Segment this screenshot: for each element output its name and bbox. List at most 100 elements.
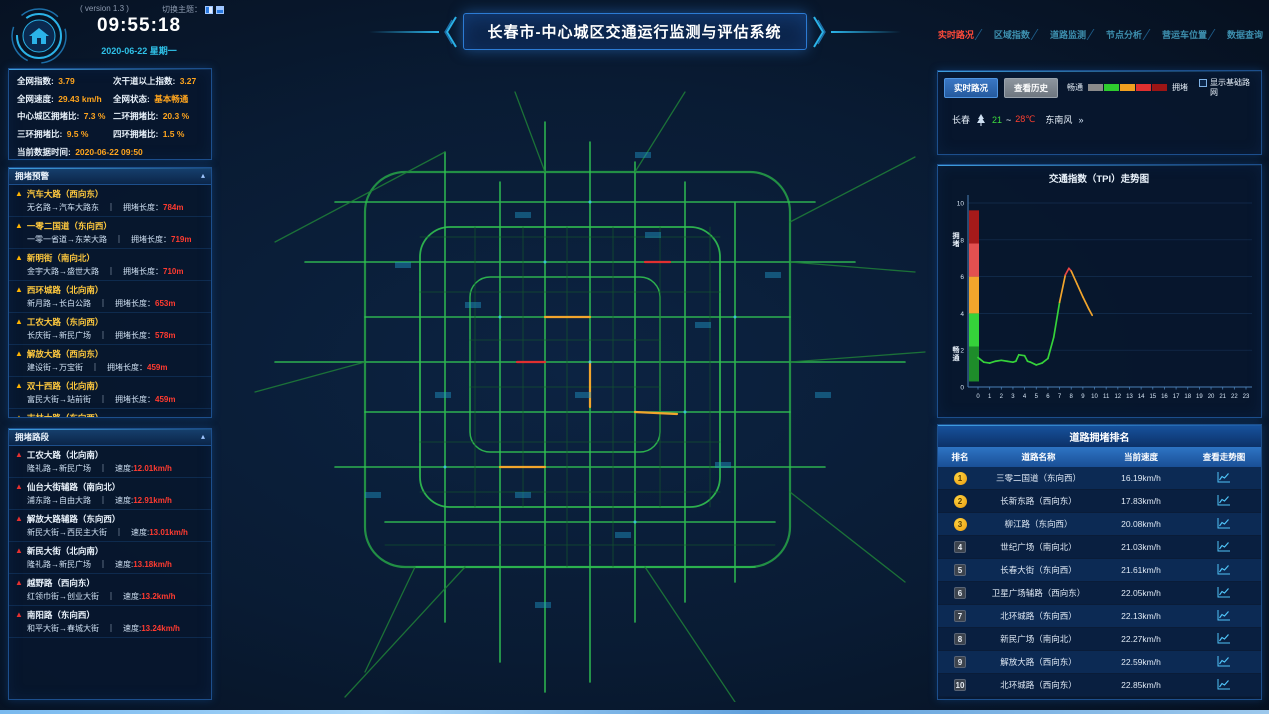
stat-label: 二环拥堵比: [113,111,158,121]
list-item[interactable]: ▲工农大路（北向南）隆礼路→新民广场 ｜ 速度:12.01km/h [9,446,211,478]
list-item[interactable]: ▲新明街（南向北）金宇大路→盛世大路 ｜ 拥堵长度：710m [9,249,211,281]
rank-cell: 4 [938,541,982,553]
warning-triangle-icon: ▲ [15,254,23,262]
stat-item: 次干道以上指数: 3.27 [113,76,203,87]
theme-swatch-icon[interactable] [205,6,213,14]
table-row: 3柳江路（东向西）20.08km/h [938,513,1261,536]
segment-text: 浦东路→自由大路 ｜ 速度: [27,496,133,505]
base-network-checkbox[interactable]: 显示基础路网 [1199,78,1255,99]
segment-text: 建设街→万宝街 ｜ 拥堵长度： [27,363,147,372]
nav-item-6[interactable]: 数据查询 [1227,28,1263,41]
trend-chart-icon[interactable] [1187,586,1261,600]
svg-text:12: 12 [1114,394,1121,400]
stat-label: 全网速度: [17,94,54,104]
speed-cell: 22.05km/h [1095,588,1187,598]
list-item[interactable]: ▲解放大路（西向东）建设街→万宝街 ｜ 拥堵长度：459m [9,345,211,377]
home-logo[interactable] [8,4,70,68]
svg-text:5: 5 [1035,394,1039,400]
segment-text: 和平大街→春城大街 ｜ 速度: [27,624,141,633]
checkbox-icon[interactable] [1199,79,1207,87]
nav-item-5[interactable]: 营运车位置 [1162,28,1207,41]
svg-text:3: 3 [1011,394,1015,400]
temp-separator: ~ [1006,115,1011,125]
rank-cell: 2 [938,495,982,508]
list-item-road-row: ▲越野路（西向东） [15,577,205,589]
svg-text:0: 0 [960,385,964,392]
list-item[interactable]: ▲越野路（西向东）红领巾街→创业大街 ｜ 速度:13.2km/h [9,574,211,606]
legend-color-block [1152,84,1167,91]
trend-chart-icon[interactable] [1187,678,1261,692]
warning-triangle-icon: ▲ [15,382,23,390]
list-item[interactable]: ▲工农大路（东向西）长庆街→新民广场 ｜ 拥堵长度：578m [9,313,211,345]
congested-list: ▲工农大路（北向南）隆礼路→新民广场 ｜ 速度:12.01km/h▲仙台大街辅路… [9,446,211,699]
stat-value: 1.5 % [160,129,184,139]
list-item-road-row: ▲双十西路（北向南） [15,380,205,392]
stat-value: 9.5 % [64,129,88,139]
trend-chart-icon[interactable] [1187,632,1261,646]
road-name-cell: 北环城路（西向东） [982,679,1095,691]
theme-switcher: 切换主题： [162,4,224,15]
list-item-detail-row: 隆礼路→新民广场 ｜ 速度:12.01km/h [27,463,205,474]
stat-label: 中心城区拥堵比: [17,111,79,121]
view-history-button[interactable]: 查看历史 [1004,78,1058,98]
road-name-cell: 长新东路（西向东） [982,495,1095,507]
list-item[interactable]: ▲吉林大路（东向西）临河街→东盛大街 ｜ 拥堵长度：455m [9,409,211,417]
segment-text: 无名路→汽车大路东 ｜ 拥堵长度： [27,203,163,212]
bottom-accent-bar [0,710,1269,714]
nav-item-4[interactable]: 节点分析 [1106,28,1142,41]
svg-text:21: 21 [1219,394,1226,400]
collapse-icon[interactable]: ▴ [201,433,205,441]
list-item[interactable]: ▲西环城路（北向南）新月路→长白公路 ｜ 拥堵长度：653m [9,281,211,313]
column-header: 查看走势图 [1187,451,1261,463]
speed-cell: 22.59km/h [1095,657,1187,667]
table-row: 2长新东路（西向东）17.83km/h [938,490,1261,513]
list-item[interactable]: ▲仙台大街辅路（南向北）浦东路→自由大路 ｜ 速度:12.91km/h [9,478,211,510]
chevron-left-icon [444,15,458,49]
svg-text:0: 0 [976,394,980,400]
svg-text:23: 23 [1243,394,1250,400]
trend-chart-icon[interactable] [1187,471,1261,485]
page-title: 长春市-中心城区交通运行监测与评估系统 [463,13,807,50]
theme-swatch-icon[interactable] [216,6,224,14]
temp-high: 28℃ [1015,114,1035,125]
legend-color-block [1120,84,1135,91]
rank-cell: 9 [938,656,982,668]
nav-item-2[interactable]: 区域指数 [994,28,1030,41]
road-name-cell: 卫星广场辅路（西向东） [982,587,1095,599]
collapse-icon[interactable]: ▴ [201,172,205,180]
list-item-detail-row: 隆礼路→新民广场 ｜ 速度:13.18km/h [27,559,205,570]
column-header: 当前速度 [1095,451,1187,463]
weather-more-link[interactable]: » [1078,115,1083,125]
trend-chart-icon[interactable] [1187,494,1261,508]
list-item[interactable]: ▲汽车大路（西向东）无名路→汽车大路东 ｜ 拥堵长度：784m [9,185,211,217]
trend-chart-icon[interactable] [1187,655,1261,669]
warning-triangle-icon: ▲ [15,318,23,326]
road-name-cell: 三零二国道（东向西） [982,472,1095,484]
rank-cell: 8 [938,633,982,645]
rank-badge: 2 [954,495,967,508]
trend-chart-icon[interactable] [1187,540,1261,554]
trend-chart-icon[interactable] [1187,517,1261,531]
svg-text:畅通: 畅通 [953,345,961,362]
list-item[interactable]: ▲双十西路（北向南）富民大街→站前街 ｜ 拥堵长度：459m [9,377,211,409]
list-item-road-row: ▲新明街（南向北） [15,252,205,264]
trend-chart-icon[interactable] [1187,609,1261,623]
map-controls-panel: 实时路况 查看历史 畅通 拥堵 显示基础路网 长春 21 ~ 28℃ 东南风 » [937,70,1262,155]
stat-value: 7.3 % [81,111,105,121]
nav-item-1[interactable]: 实时路况 [938,28,974,41]
list-item[interactable]: ▲南阳路（东向西）和平大街→春城大街 ｜ 速度:13.24km/h [9,606,211,638]
title-deco-line [369,31,439,33]
list-item[interactable]: ▲一零二国道（东向西）一零一省道→东荣大路 ｜ 拥堵长度：719m [9,217,211,249]
trend-chart-icon[interactable] [1187,563,1261,577]
congestion-warning-panel: 拥堵预警 ▴ ▲汽车大路（西向东）无名路→汽车大路东 ｜ 拥堵长度：784m▲一… [8,167,212,418]
list-item[interactable]: ▲新民大街（北向南）隆礼路→新民广场 ｜ 速度:13.18km/h [9,542,211,574]
city-map[interactable] [215,62,931,702]
jam-length-value: 459m [147,363,167,372]
list-item-detail-row: 建设街→万宝街 ｜ 拥堵长度：459m [27,362,205,373]
warning-triangle-icon: ▲ [15,190,23,198]
nav-item-3[interactable]: 道路监测 [1050,28,1086,41]
list-item[interactable]: ▲解放大路辅路（东向西）新民大街→西民主大街 ｜ 速度:13.01km/h [9,510,211,542]
svg-text:19: 19 [1196,394,1203,400]
realtime-traffic-button[interactable]: 实时路况 [944,78,998,98]
column-header: 排名 [938,451,982,463]
